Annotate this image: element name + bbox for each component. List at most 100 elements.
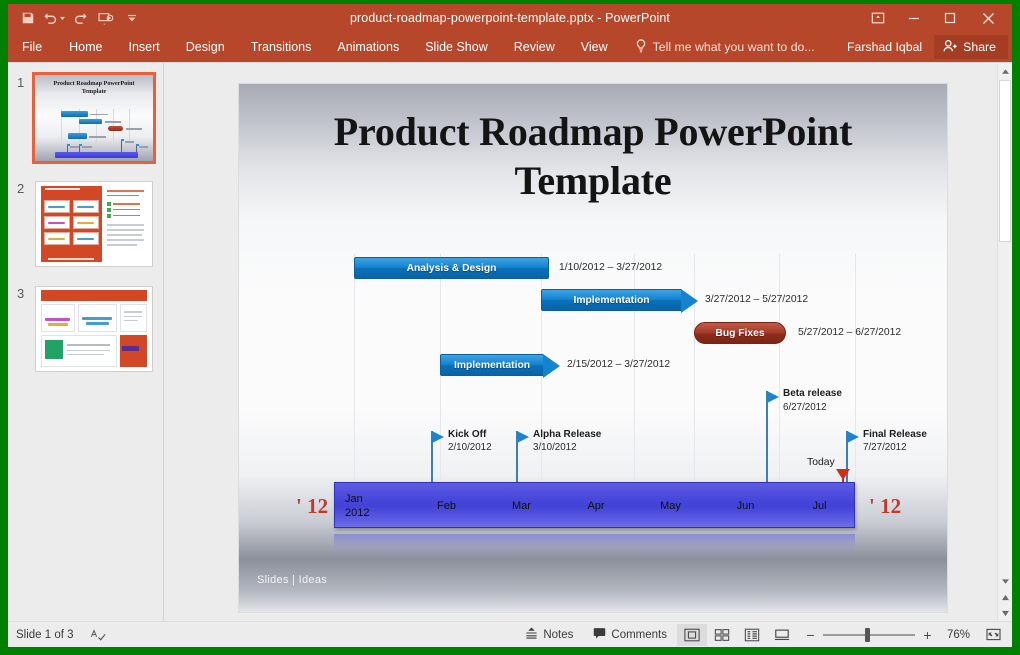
next-slide-icon[interactable] [998, 606, 1013, 621]
zoom-percentage[interactable]: 76% [940, 629, 970, 641]
scroll-down-icon[interactable] [998, 574, 1013, 589]
thumb3-header [40, 290, 148, 302]
zoom-in-button[interactable]: + [922, 627, 933, 643]
month-apr[interactable]: Apr [559, 483, 633, 529]
account-name[interactable]: Farshad Iqbal [835, 40, 934, 54]
thumbnail-item-1[interactable]: 1 Product Roadmap PowerPoint Template [17, 72, 156, 164]
title-bar: product-roadmap-powerpoint-template.pptx… [8, 4, 1012, 32]
comments-label: Comments [611, 628, 667, 641]
comment-icon [593, 627, 606, 642]
redo-icon[interactable] [68, 7, 92, 29]
tab-review[interactable]: Review [501, 32, 568, 62]
slideshow-view-icon[interactable] [767, 624, 797, 646]
milestone-date: 3/10/2012 [533, 442, 577, 453]
normal-view-icon[interactable] [677, 623, 707, 646]
milestone-name: Alpha Release [533, 429, 602, 440]
task-bar-implementation-2[interactable]: Implementation [440, 354, 560, 378]
thumb3-panel [77, 303, 118, 332]
customize-qat-icon[interactable] [120, 7, 144, 29]
year-label-left: ' 12 [296, 494, 329, 518]
current-slide[interactable]: Product Roadmap PowerPoint Template Anal… [238, 83, 948, 613]
task-date-analysis-design: 1/10/2012 – 3/27/2012 [559, 262, 663, 273]
gridline [354, 254, 355, 499]
reading-view-icon[interactable] [737, 624, 767, 646]
zoom-slider-handle[interactable] [865, 627, 871, 642]
month-jan[interactable]: Jan 2012 [335, 483, 409, 529]
tab-slide-show[interactable]: Slide Show [412, 32, 501, 62]
share-button[interactable]: Share [934, 35, 1008, 59]
task-bar-analysis-design[interactable]: Analysis & Design [354, 257, 549, 279]
milestone-date: 6/27/2012 [783, 402, 827, 413]
month-feb[interactable]: Feb [409, 483, 484, 529]
notes-button[interactable]: Notes [515, 623, 583, 647]
fit-slide-to-window-icon[interactable] [978, 624, 1008, 646]
lightbulb-icon [635, 38, 647, 56]
comments-button[interactable]: Comments [583, 623, 677, 647]
thumb1-timeline [55, 151, 138, 158]
thumb1-bar-date [89, 136, 106, 138]
app-root: product-roadmap-powerpoint-template.pptx… [0, 0, 1020, 655]
slide-thumbnail-pane[interactable]: 1 Product Roadmap PowerPoint Template 2 … [8, 63, 163, 621]
thumbnail-preview-2[interactable] [35, 181, 153, 267]
thumbnail-item-2[interactable]: 2 [17, 181, 153, 267]
undo-icon[interactable] [42, 7, 66, 29]
roadmap-graphic: Analysis & Design 1/10/2012 – 3/27/2012 … [239, 84, 947, 612]
task-bar-implementation-1[interactable]: Implementation [541, 289, 698, 313]
slide-vertical-scrollbar[interactable] [997, 64, 1012, 621]
tab-insert[interactable]: Insert [116, 32, 173, 62]
milestone-name: Beta release [783, 388, 842, 399]
thumb2-card [44, 215, 70, 230]
editor-body: 1 Product Roadmap PowerPoint Template 2 … [8, 62, 1012, 621]
month-mar[interactable]: Mar [484, 483, 559, 529]
tell-me-search[interactable]: Tell me what you want to do... [635, 38, 815, 56]
thumb2-card [44, 199, 70, 214]
thumbnail-number: 1 [17, 75, 25, 90]
zoom-slider[interactable] [823, 627, 915, 642]
month-jun[interactable]: Jun [708, 483, 783, 529]
gridline [779, 254, 780, 499]
tab-animations[interactable]: Animations [324, 32, 412, 62]
ribbon-display-options-icon[interactable] [860, 5, 896, 31]
tab-file[interactable]: File [8, 32, 56, 62]
scroll-up-icon[interactable] [998, 64, 1013, 79]
slide-editing-area[interactable]: Product Roadmap PowerPoint Template Anal… [164, 63, 1012, 621]
month-label: Mar [512, 500, 531, 512]
minimize-icon[interactable] [896, 5, 932, 31]
month-may[interactable]: May [633, 483, 708, 529]
save-icon[interactable] [16, 7, 40, 29]
previous-slide-icon[interactable] [998, 589, 1013, 605]
zoom-control[interactable]: − + 76% [797, 627, 978, 643]
thumbnail-preview-1[interactable]: Product Roadmap PowerPoint Template [32, 72, 156, 164]
scrollbar-thumb[interactable] [999, 80, 1011, 242]
thumb3-panel [40, 303, 76, 332]
slide-sorter-icon[interactable] [707, 624, 737, 646]
zoom-out-button[interactable]: − [805, 627, 816, 643]
spellcheck-icon[interactable] [74, 628, 106, 642]
status-bar-right-group: Notes Comments − + 76% [515, 623, 1012, 647]
maximize-icon[interactable] [932, 5, 968, 31]
start-presentation-icon[interactable] [94, 7, 118, 29]
milestone-date: 2/10/2012 [448, 442, 492, 453]
share-person-icon [943, 39, 958, 56]
task-date-implementation-2: 2/15/2012 – 3/27/2012 [567, 359, 671, 370]
status-bar: Slide 1 of 3 Notes Comments − + 76% [8, 621, 1012, 647]
thumbnail-item-3[interactable]: 3 [17, 286, 153, 372]
slide-watermark: Slides | Ideas [257, 574, 328, 586]
month-jul[interactable]: Jul [783, 483, 856, 529]
month-label: Jul [812, 500, 827, 512]
tab-design[interactable]: Design [173, 32, 238, 62]
thumbnail-preview-3[interactable] [35, 286, 153, 372]
slide-counter[interactable]: Slide 1 of 3 [8, 629, 74, 641]
task-bar-bug-fixes[interactable]: Bug Fixes [694, 322, 786, 344]
tab-transitions[interactable]: Transitions [238, 32, 325, 62]
tab-view[interactable]: View [568, 32, 621, 62]
month-year: 2012 [345, 507, 370, 519]
task-bar-label: Implementation [573, 294, 650, 306]
tab-home[interactable]: Home [56, 32, 115, 62]
task-bar-label: Implementation [453, 359, 531, 371]
milestone-date: 7/27/2012 [863, 442, 907, 453]
month-timeline-bar[interactable]: Jan 2012 Feb Mar Apr May Jun Jul [334, 482, 855, 528]
milestone-pole [766, 391, 768, 482]
close-icon[interactable] [968, 5, 1008, 31]
milestone-flag-icon [847, 431, 859, 443]
